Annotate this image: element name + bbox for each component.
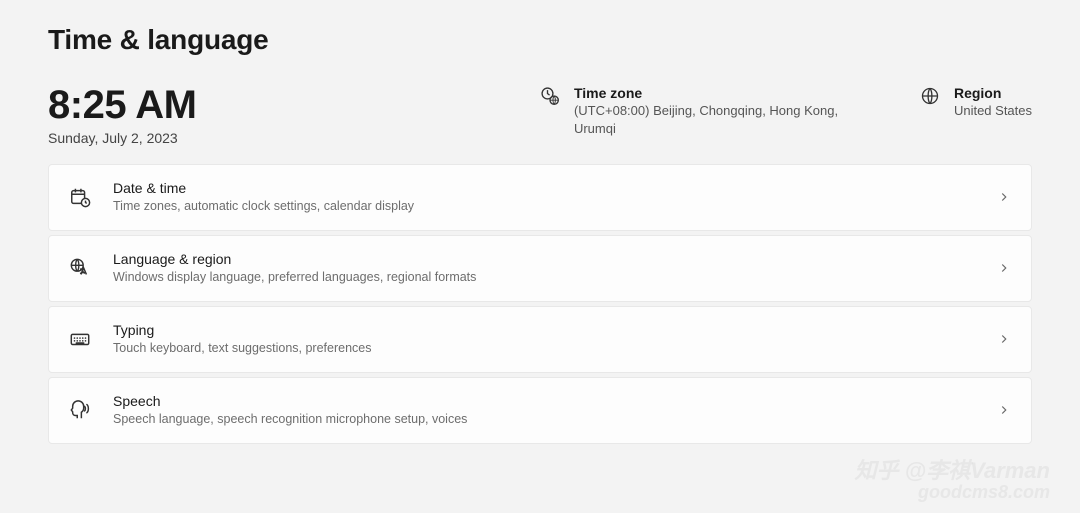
card-title: Typing [113,321,975,339]
chevron-right-icon [997,332,1011,346]
watermark-line-2: goodcms8.com [855,483,1050,503]
keyboard-icon [69,328,91,350]
page-title: Time & language [48,24,1032,56]
region-value: United States [954,102,1032,120]
chevron-right-icon [997,403,1011,417]
chevron-right-icon [997,190,1011,204]
clock-time: 8:25 AM [48,84,348,126]
clock-block: 8:25 AM Sunday, July 2, 2023 [48,84,348,146]
watermark: 知乎 @李祺Varman goodcms8.com [855,459,1050,503]
language-globe-icon [69,257,91,279]
calendar-clock-icon [69,186,91,208]
card-title: Language & region [113,250,975,268]
region-title: Region [954,84,1032,102]
watermark-line-1: 知乎 @李祺Varman [855,459,1050,483]
card-subtitle: Speech language, speech recognition micr… [113,410,975,429]
card-subtitle: Windows display language, preferred lang… [113,268,975,287]
settings-cards: Date & time Time zones, automatic clock … [48,164,1032,444]
speech-head-icon [69,399,91,421]
card-title: Speech [113,392,975,410]
clock-date: Sunday, July 2, 2023 [48,130,348,146]
card-typing[interactable]: Typing Touch keyboard, text suggestions,… [48,306,1032,373]
timezone-value: (UTC+08:00) Beijing, Chongqing, Hong Kon… [574,102,880,138]
card-date-time[interactable]: Date & time Time zones, automatic clock … [48,164,1032,231]
clock-globe-icon [540,86,560,106]
chevron-right-icon [997,261,1011,275]
globe-icon [920,86,940,106]
card-speech[interactable]: Speech Speech language, speech recogniti… [48,377,1032,444]
timezone-info: Time zone (UTC+08:00) Beijing, Chongqing… [540,84,880,139]
timezone-title: Time zone [574,84,880,102]
card-subtitle: Time zones, automatic clock settings, ca… [113,197,975,216]
card-title: Date & time [113,179,975,197]
card-language-region[interactable]: Language & region Windows display langua… [48,235,1032,302]
summary-row: 8:25 AM Sunday, July 2, 2023 Time zone (… [48,84,1032,146]
card-subtitle: Touch keyboard, text suggestions, prefer… [113,339,975,358]
region-info: Region United States [920,84,1032,120]
